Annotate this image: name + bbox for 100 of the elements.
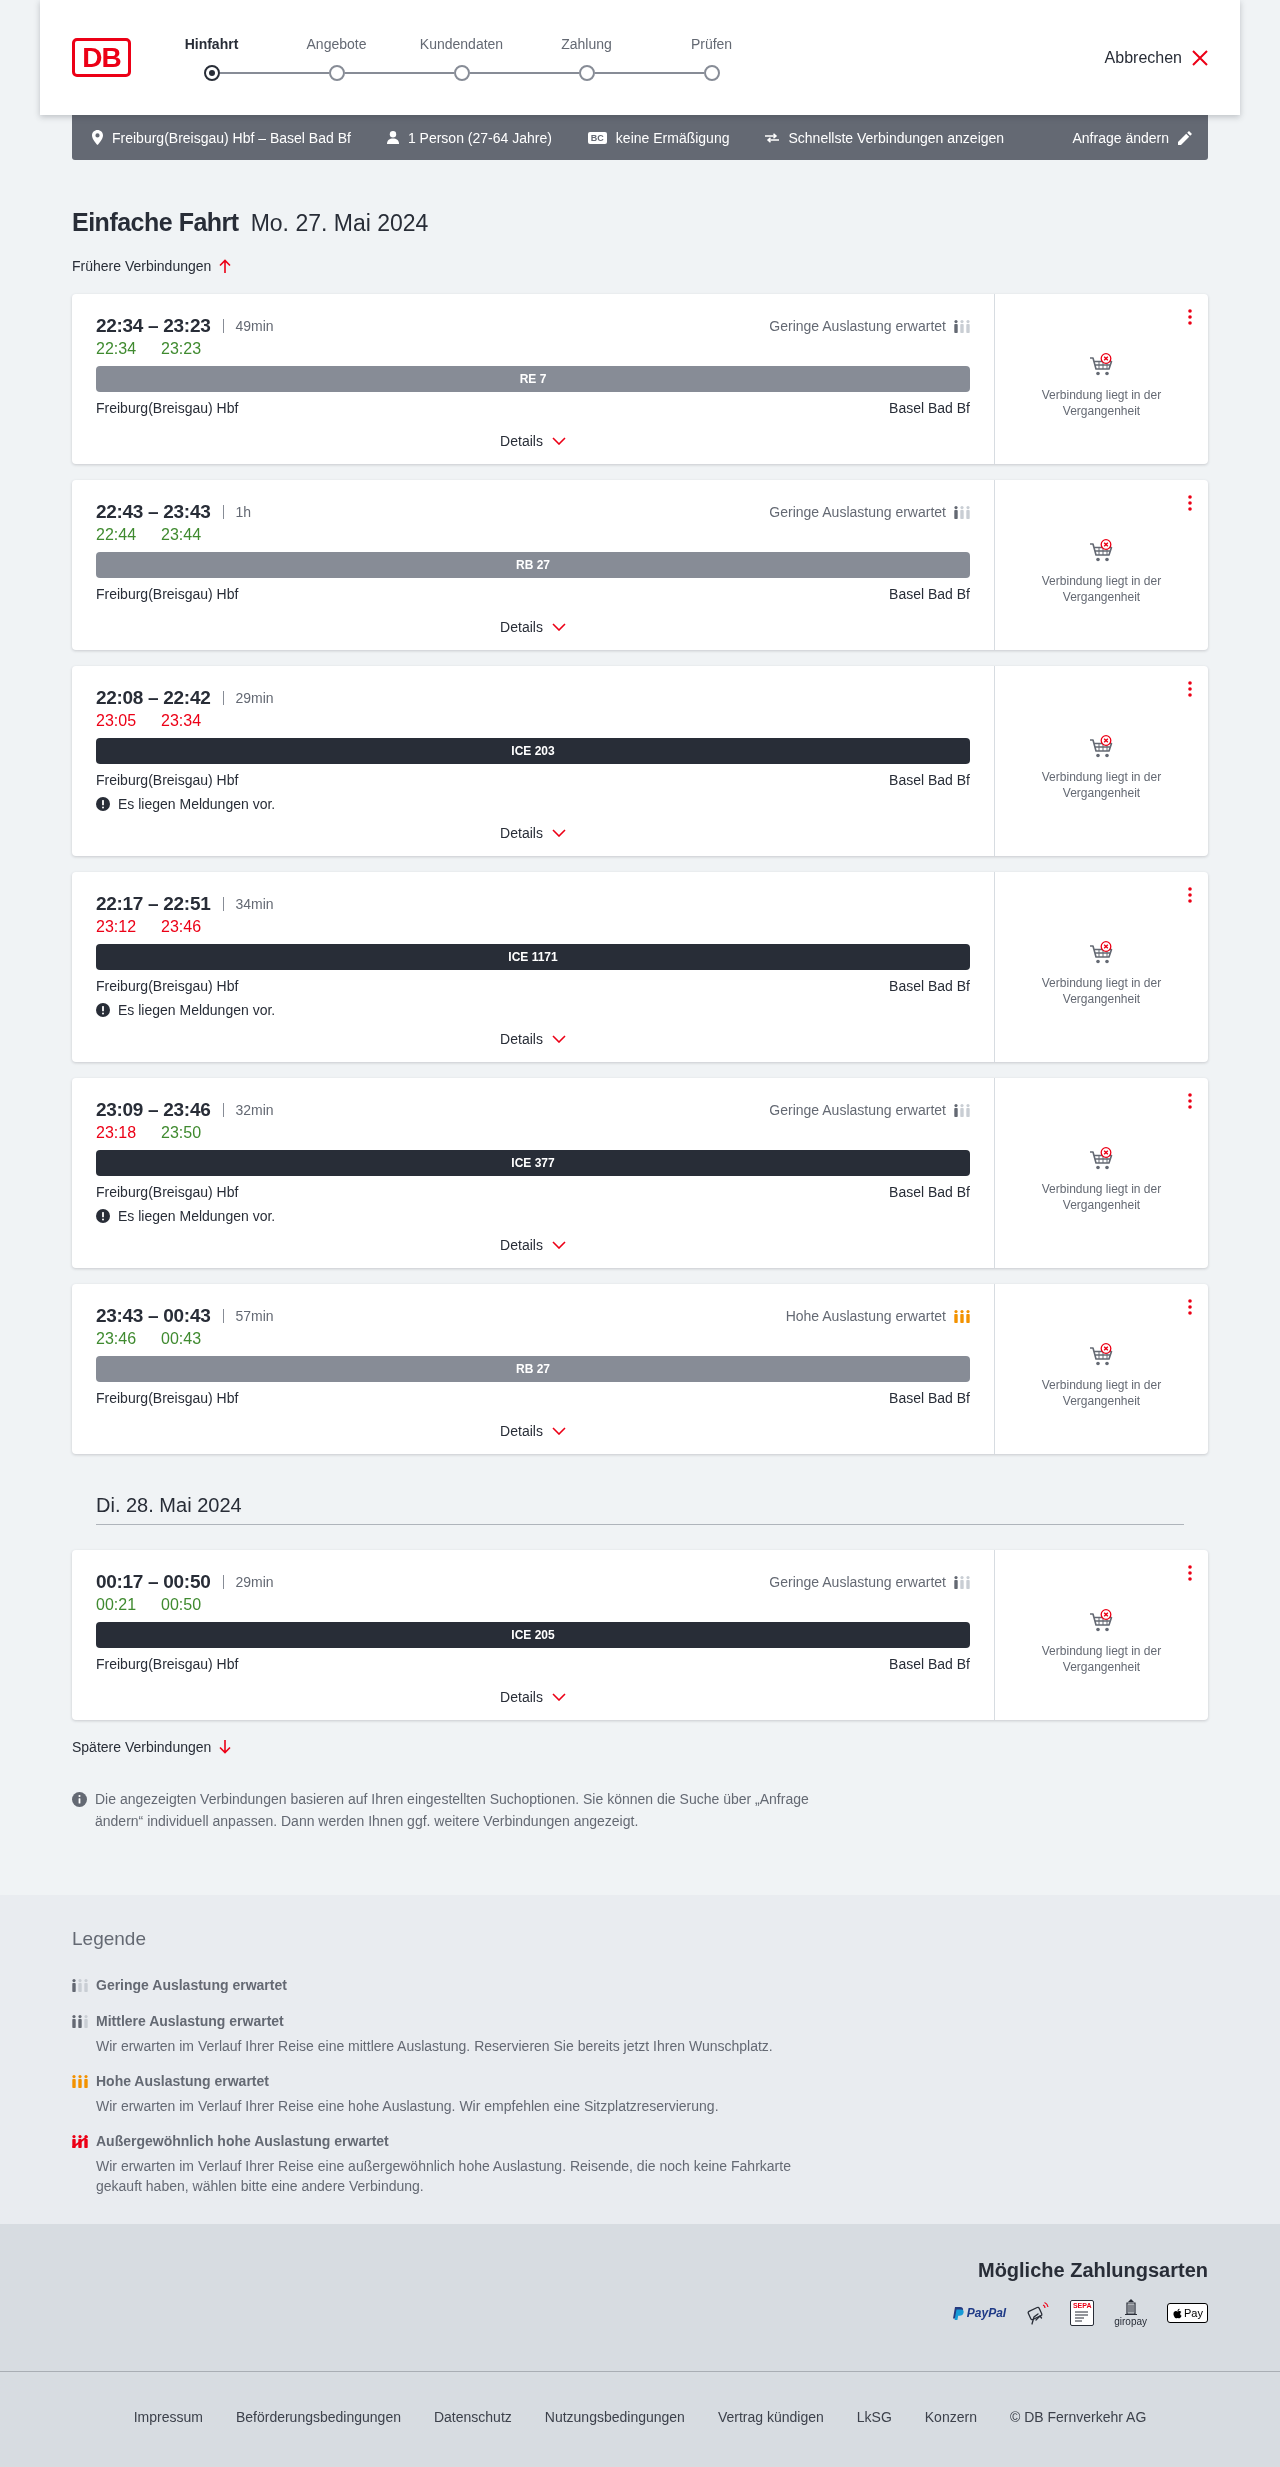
time-range-text: 23:09 – 23:46 [96,1098,211,1122]
details-button[interactable]: Details [500,1029,566,1049]
person-icon [386,131,399,144]
step-label[interactable]: Zahlung [561,34,612,53]
cart-unavailable-icon [1088,353,1115,377]
alert-icon [96,1003,110,1017]
paypal-logo: PayPal [952,2306,1007,2320]
occupancy-icon [72,2014,88,2028]
more-options-icon[interactable] [1188,1565,1192,1581]
arrival-station-text: Basel Bad Bf [889,585,970,604]
time-range-text: 22:17 – 22:51 [96,892,211,916]
more-options-icon[interactable] [1188,681,1192,697]
past-connection-text: Verbindung liegt in der Vergangenheit [1040,1377,1163,1409]
edit-request-button[interactable]: Anfrage ändern [1072,127,1192,148]
footer-link[interactable]: Impressum [133,2407,203,2427]
arrival-station-text: Basel Bad Bf [889,977,970,996]
later-connections-link[interactable]: Spätere Verbindungen [72,1737,232,1757]
footer-link[interactable]: Datenschutz [433,2407,512,2427]
occupancy-icon [954,505,970,519]
cart-unavailable-icon [1088,1609,1115,1633]
arrow-down-icon [219,1740,232,1754]
cancel-button[interactable]: Abbrechen [1104,46,1208,69]
occupancy-icon [72,2134,88,2148]
details-button[interactable]: Details [500,431,566,451]
footer-link[interactable]: Nutzungsbedingungen [544,2407,685,2427]
chevron-down-icon [551,1693,566,1701]
cart-unavailable-icon [1088,1147,1115,1171]
duration-text: 29min [235,689,274,708]
realtime-text: 00:21 [96,1595,137,1615]
occupancy-icon [954,1103,970,1117]
notice-text: Es liegen Meldungen vor. [118,1001,276,1020]
more-options-icon[interactable] [1188,1093,1192,1109]
details-button[interactable]: Details [500,823,566,843]
footer-link[interactable]: Konzern [924,2407,977,2427]
train-line-bar: RB 27 [96,552,970,578]
more-options-icon[interactable] [1188,309,1192,325]
footer-link[interactable]: © DB Fernverkehr AG [1009,2407,1147,2427]
giropay-logo: giropay [1114,2299,1148,2327]
time-range-text: 00:17 – 00:50 [96,1570,211,1594]
travel-date-text: Mo. 27. Mai 2024 [250,209,429,238]
train-line-bar: ICE 205 [96,1622,970,1648]
route-text: Freiburg(Breisgau) Hbf – Basel Bad Bf [112,128,351,148]
past-connection-text: Verbindung liegt in der Vergangenheit [1040,1181,1163,1213]
details-button[interactable]: Details [500,617,566,637]
more-options-icon[interactable] [1188,1299,1192,1315]
day-heading: Di. 28. Mai 2024 [96,1492,1184,1525]
legend-item-title: Mittlere Auslastung erwartet [96,2012,284,2031]
step-label[interactable]: Angebote [306,34,367,53]
duration-text: 49min [235,317,274,336]
legend-item-description: Wir erwarten im Verlauf Ihrer Reise eine hohe Auslastung. Wir empfehlen eine Sitzplatzreservierung. [96,2097,719,2116]
realtime-text: 22:44 [96,525,137,545]
train-line-bar: RB 27 [96,1356,970,1382]
arrival-station-text: Basel Bad Bf [889,1655,970,1674]
occupancy-icon [72,1978,88,1992]
legend-item-description: Wir erwarten im Verlauf Ihrer Reise eine außergewöhnlich hohe Auslastung. Reisende, die noch keine Fahrkarte gekauft haben, wählen bitte eine andere Verbindung. [96,2157,792,2196]
more-options-icon[interactable] [1188,495,1192,511]
duration-text: 1h [235,503,251,522]
footer-link[interactable]: Vertrag kündigen [717,2407,824,2427]
details-button[interactable]: Details [500,1421,566,1441]
details-button[interactable]: Details [500,1687,566,1707]
chevron-down-icon [551,1035,566,1043]
chevron-down-icon [551,1427,566,1435]
footer-link[interactable]: LkSG [856,2407,892,2427]
more-options-icon[interactable] [1188,887,1192,903]
legend-item-title: Außergewöhnlich hohe Auslastung erwartet [96,2132,389,2151]
occupancy-text: Hohe Auslastung erwartet [785,1307,946,1326]
departure-station-text: Freiburg(Breisgau) Hbf [96,585,239,604]
earlier-connections-link[interactable]: Frühere Verbindungen [72,256,232,276]
duration-text: 29min [235,1573,274,1592]
step-label[interactable]: Kundendaten [419,34,504,53]
departure-station-text: Freiburg(Breisgau) Hbf [96,1655,239,1674]
pencil-icon [1178,130,1192,145]
discount-card-badge: BC [587,131,607,144]
step-label[interactable]: Hinfahrt [184,34,239,53]
footer-link[interactable]: Beförderungsbedingungen [235,2407,401,2427]
time-range-text: 23:43 – 00:43 [96,1304,211,1328]
train-line-bar: ICE 203 [96,738,970,764]
realtime-text: 23:50 [161,1123,202,1143]
info-icon [72,1792,87,1807]
logo[interactable]: DB [72,38,131,77]
time-range-text: 22:43 – 23:43 [96,500,211,524]
departure-station-text: Freiburg(Breisgau) Hbf [96,977,239,996]
duration-text: 32min [235,1101,274,1120]
passenger-text: 1 Person (27-64 Jahre) [407,128,552,148]
chevron-down-icon [551,437,566,445]
alert-icon [96,797,110,811]
realtime-text: 23:18 [96,1123,137,1143]
past-connection-text: Verbindung liegt in der Vergangenheit [1040,573,1163,605]
chevron-down-icon [551,829,566,837]
notice-text: Es liegen Meldungen vor. [118,1207,276,1226]
train-line-bar: ICE 377 [96,1150,970,1176]
departure-station-text: Freiburg(Breisgau) Hbf [96,1389,239,1408]
realtime-text: 23:34 [161,711,202,731]
realtime-text: 22:34 [96,339,137,359]
step-label[interactable]: Prüfen [690,34,733,53]
past-connection-text: Verbindung liegt in der Vergangenheit [1040,769,1163,801]
departure-station-text: Freiburg(Breisgau) Hbf [96,771,239,790]
arrows-icon [765,132,780,143]
details-button[interactable]: Details [500,1235,566,1255]
duration-text: 57min [235,1307,274,1326]
